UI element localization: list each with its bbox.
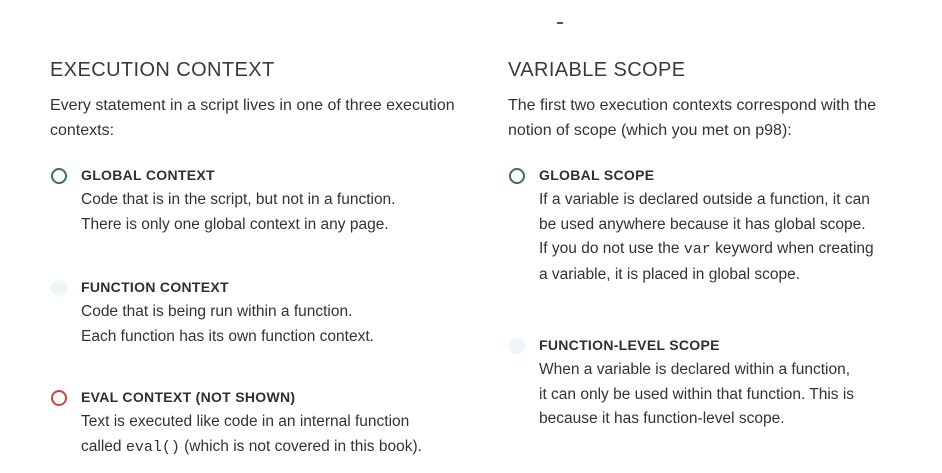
function-context-body: Code that is being run within a function… — [81, 300, 480, 349]
variable-scope-column: VARIABLE SCOPE The first two execution c… — [508, 56, 928, 432]
body-text: (which is not covered in this book). — [179, 437, 422, 455]
green-circle-icon — [509, 168, 525, 184]
function-context-heading: FUNCTION CONTEXT — [81, 279, 229, 295]
body-line: There is only one global context in any … — [81, 215, 389, 233]
execution-context-title: EXECUTION CONTEXT — [50, 59, 275, 81]
body-line: a variable, it is placed in global scope… — [539, 265, 801, 283]
eval-context-item: EVAL CONTEXT (NOT SHOWN) Text is execute… — [50, 387, 480, 460]
body-line: called eval() (which is not covered in t… — [81, 435, 480, 461]
execution-context-intro: Every statement in a script lives in one… — [50, 97, 455, 139]
intro-line: notion of scope (which you met on p98): — [508, 121, 792, 139]
faint-circle-icon — [509, 338, 525, 354]
faint-circle-icon — [51, 280, 67, 296]
body-line: If you do not use the var keyword when c… — [539, 237, 928, 263]
body-line: Each function has its own function conte… — [81, 327, 374, 345]
intro-line: The first two execution contexts corresp… — [508, 97, 877, 114]
body-line: Code that is being run within a function… — [81, 303, 353, 320]
global-scope-body: If a variable is declared outside a func… — [539, 188, 928, 287]
global-context-body: Code that is in the script, but not in a… — [81, 188, 480, 237]
global-scope-item: GLOBAL SCOPE If a variable is declared o… — [508, 165, 928, 287]
body-line: Text is executed like code in an interna… — [81, 413, 410, 430]
body-line: because it has function-level scope. — [539, 410, 785, 427]
global-context-heading: GLOBAL CONTEXT — [81, 167, 215, 183]
red-circle-icon — [51, 390, 67, 406]
variable-scope-intro: The first two execution contexts corresp… — [508, 94, 928, 143]
eval-code: eval() — [125, 438, 180, 456]
green-circle-icon — [51, 168, 67, 184]
body-line: If a variable is declared outside a func… — [539, 191, 870, 208]
body-text: called — [81, 437, 126, 455]
stray-dash-mark — [557, 22, 563, 24]
body-line: Code that is in the script, but not in a… — [81, 191, 396, 208]
body-line: When a variable is declared within a fun… — [539, 361, 851, 378]
body-text: keyword when creating — [710, 240, 874, 257]
function-context-item: FUNCTION CONTEXT Code that is being run … — [50, 277, 480, 349]
body-text: If you do not use the — [539, 240, 684, 257]
function-scope-item: FUNCTION-LEVEL SCOPE When a variable is … — [508, 335, 928, 432]
function-scope-body: When a variable is declared within a fun… — [539, 358, 928, 432]
global-context-item: GLOBAL CONTEXT Code that is in the scrip… — [50, 165, 480, 237]
var-code: var — [683, 241, 711, 258]
function-scope-heading: FUNCTION-LEVEL SCOPE — [539, 337, 720, 353]
body-line: it can only be used within that function… — [539, 385, 855, 403]
body-line: be used anywhere because it has global s… — [539, 215, 866, 233]
eval-context-body: Text is executed like code in an interna… — [81, 410, 480, 460]
global-scope-heading: GLOBAL SCOPE — [539, 167, 655, 183]
eval-context-heading: EVAL CONTEXT (NOT SHOWN) — [81, 389, 296, 405]
variable-scope-title: VARIABLE SCOPE — [508, 59, 686, 81]
execution-context-column: EXECUTION CONTEXT Every statement in a s… — [50, 56, 480, 460]
